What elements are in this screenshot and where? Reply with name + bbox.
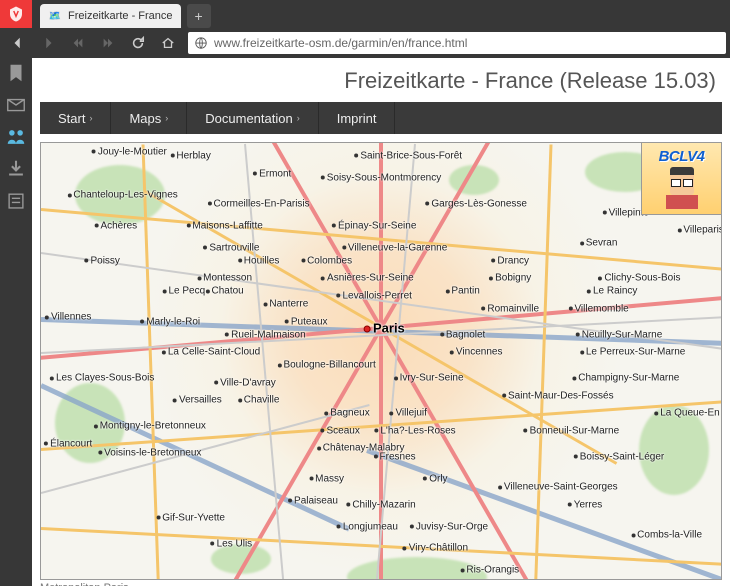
title-bar: 🗺️ Freizeitkarte - France + <box>0 0 730 28</box>
new-tab-button[interactable]: + <box>187 4 211 28</box>
vivaldi-logo[interactable] <box>0 0 32 28</box>
badge-text: BCLV4 <box>659 148 705 165</box>
notes-icon[interactable] <box>5 190 27 212</box>
downloads-icon[interactable] <box>5 158 27 180</box>
back-button[interactable] <box>4 30 32 56</box>
globe-icon <box>194 36 208 50</box>
page-content: Freizeitkarte - France (Release 15.03) S… <box>32 58 730 586</box>
sidebar-panel <box>0 58 32 586</box>
page-menu: Start›Maps›Documentation›Imprint <box>40 102 722 134</box>
forward-button[interactable] <box>34 30 62 56</box>
address-bar[interactable]: www.freizeitkarte-osm.de/garmin/en/franc… <box>188 32 726 54</box>
menu-imprint[interactable]: Imprint <box>319 102 396 134</box>
page-title: Freizeitkarte - France (Release 15.03) <box>32 58 730 102</box>
map-image: ParisJouy-le-MoutierHerblayErmontSaint-B… <box>40 142 722 580</box>
avatar-badge: BCLV4 <box>641 143 721 215</box>
bookmarks-icon[interactable] <box>5 62 27 84</box>
url-text: www.freizeitkarte-osm.de/garmin/en/franc… <box>214 36 467 50</box>
menu-maps[interactable]: Maps› <box>111 102 187 134</box>
mail-icon[interactable] <box>5 94 27 116</box>
menu-start[interactable]: Start› <box>40 102 111 134</box>
home-button[interactable] <box>154 30 182 56</box>
menu-documentation[interactable]: Documentation› <box>187 102 318 134</box>
favicon-icon: 🗺️ <box>48 9 62 23</box>
tab-title: Freizeitkarte - France <box>68 10 173 22</box>
map-caption: Metropolitan Paris. <box>40 582 730 586</box>
contacts-icon[interactable] <box>5 126 27 148</box>
reload-button[interactable] <box>124 30 152 56</box>
avatar-icon <box>660 165 704 209</box>
fast-forward-button[interactable] <box>94 30 122 56</box>
toolbar: www.freizeitkarte-osm.de/garmin/en/franc… <box>0 28 730 58</box>
rewind-button[interactable] <box>64 30 92 56</box>
browser-tab[interactable]: 🗺️ Freizeitkarte - France <box>40 4 181 28</box>
